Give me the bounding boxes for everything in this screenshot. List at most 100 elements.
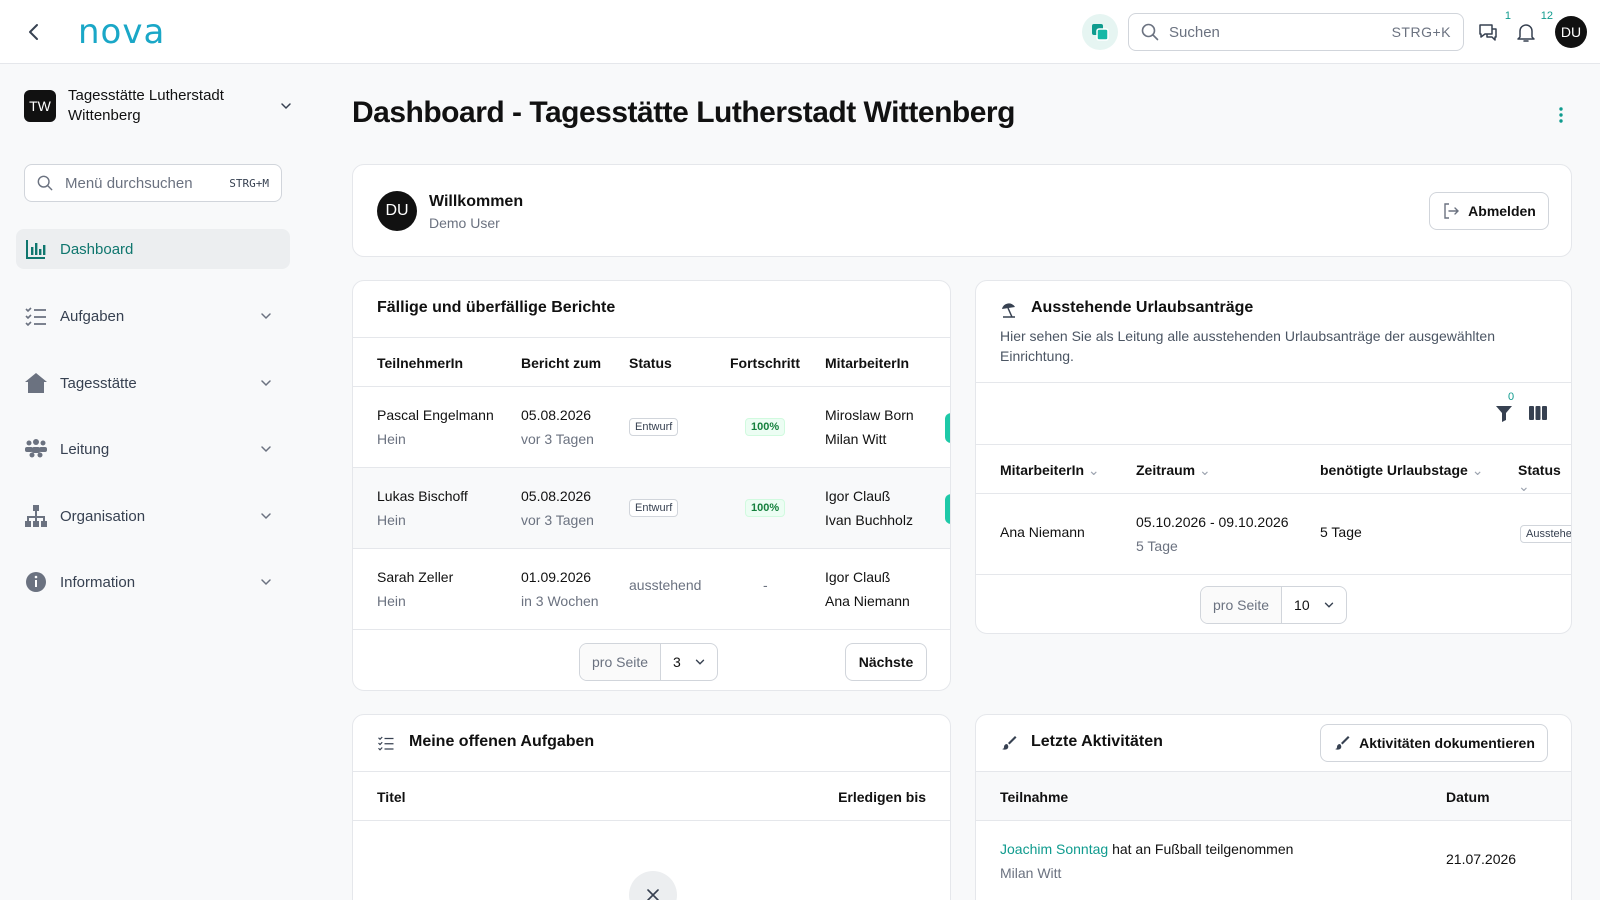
leave-table-header: MitarbeiterIn ⌄ Zeitraum ⌄ benötigte Url… <box>976 444 1571 494</box>
welcome-avatar: DU <box>377 191 417 231</box>
column-header[interactable]: Erledigen bis <box>838 789 926 805</box>
more-vertical-icon <box>1559 107 1563 123</box>
column-header[interactable]: Status <box>629 355 672 371</box>
column-header[interactable]: Bericht zum <box>521 355 601 371</box>
filter-icon <box>1496 406 1512 422</box>
chevron-down-icon <box>261 579 271 586</box>
table-row[interactable]: Sarah Zeller Hein 01.09.2026 in 3 Wochen a… <box>353 549 950 630</box>
chevron-down-icon <box>261 380 271 387</box>
search-icon <box>1141 23 1159 41</box>
home-icon <box>25 373 47 393</box>
app-logo[interactable]: nova <box>78 12 165 52</box>
chevron-down-icon <box>1324 602 1333 608</box>
column-header[interactable]: Fortschritt <box>730 355 800 371</box>
document-activities-button[interactable]: Aktivitäten dokumentieren <box>1320 724 1548 762</box>
progress-badge: 100% <box>745 499 786 517</box>
sidebar-item-tagesstaette[interactable]: Tagesstätte <box>16 363 290 403</box>
activities-table-header: Teilnahme Datum <box>976 771 1571 821</box>
back-button[interactable] <box>22 20 46 44</box>
leave-pagination: pro Seite 10 <box>1200 586 1347 624</box>
participant-cell: Sarah Zeller Hein <box>377 569 454 609</box>
progress-text: - <box>763 577 768 593</box>
staff-cell: Miroslaw Born Milan Witt <box>825 407 914 447</box>
sidebar-item-label: Information <box>60 573 136 591</box>
column-header[interactable]: Titel <box>377 789 406 805</box>
sidebar-item-organisation[interactable]: Organisation <box>16 496 290 536</box>
table-row[interactable]: Joachim Sonntag hat an Fußball teilgenom… <box>976 821 1571 900</box>
period-cell: 05.10.2026 - 09.10.2026 5 Tage <box>1136 514 1289 554</box>
chevron-down-icon <box>281 103 291 110</box>
report-date-cell: 05.08.2026 vor 3 Tagen <box>521 488 594 528</box>
column-header[interactable]: Datum <box>1446 789 1490 805</box>
sidebar-item-aufgaben[interactable]: Aufgaben <box>16 296 290 336</box>
checklist-icon <box>25 307 46 327</box>
filter-button[interactable]: 0 <box>1494 391 1518 427</box>
column-header[interactable]: MitarbeiterIn <box>825 355 909 371</box>
leave-requests-card: Ausstehende Urlaubsanträge Hier sehen Si… <box>975 280 1572 634</box>
status-badge: Ausstehe <box>1520 525 1571 543</box>
column-header[interactable]: Zeitraum ⌄ <box>1136 462 1211 479</box>
chevron-down-icon <box>695 659 705 665</box>
column-header[interactable]: Teilnahme <box>1000 789 1068 805</box>
global-search-input[interactable]: Suchen STRG+K <box>1128 13 1464 51</box>
org-name: Tagesstätte Lutherstadt Wittenberg <box>68 87 224 124</box>
per-page-select[interactable]: 3 <box>661 644 717 680</box>
sidebar-item-label: Aufgaben <box>60 307 125 325</box>
chevron-down-icon <box>261 446 271 453</box>
sidebar-item-leitung[interactable]: Leitung <box>16 429 290 469</box>
notifications-button[interactable]: 12 <box>1515 10 1553 46</box>
open-tasks-card: Meine offenen Aufgaben Titel Erledigen b… <box>352 714 951 900</box>
table-row[interactable]: Ana Niemann 05.10.2026 - 09.10.2026 5 Tag… <box>976 494 1571 575</box>
search-placeholder: Suchen <box>1169 23 1220 41</box>
close-icon <box>647 889 659 900</box>
search-shortcut: STRG+K <box>1391 24 1451 40</box>
chevron-left-icon <box>29 24 38 40</box>
welcome-card: DU Willkommen Demo User Abmelden <box>352 164 1572 257</box>
sidebar-item-label: Tagesstätte <box>60 374 137 392</box>
organization-switcher[interactable]: TW Tagesstätte Lutherstadt Wittenberg <box>24 82 294 130</box>
table-row[interactable]: Pascal Engelmann Hein 05.08.2026 vor 3 Tag… <box>353 387 950 468</box>
column-header[interactable]: Status ⌄ <box>1518 462 1571 495</box>
next-page-button[interactable]: Nächste <box>845 643 927 681</box>
page-options-button[interactable] <box>1552 104 1570 126</box>
participant-cell: Lukas Bischoff Hein <box>377 488 468 528</box>
progress-badge: 100% <box>745 418 786 436</box>
table-row[interactable]: Lukas Bischoff Hein 05.08.2026 vor 3 Tagen… <box>353 468 950 549</box>
report-date-cell: 01.09.2026 in 3 Wochen <box>521 569 599 609</box>
leave-days-cell: 5 Tage <box>1320 524 1362 540</box>
column-header[interactable]: benötigte Urlaubstage ⌄ <box>1320 462 1483 479</box>
per-page-select[interactable]: 10 <box>1282 587 1346 623</box>
org-badge: TW <box>24 90 56 122</box>
beach-umbrella-icon <box>1002 303 1015 318</box>
column-header[interactable]: MitarbeiterIn ⌄ <box>1000 462 1100 479</box>
page-title: Dashboard - Tagesstätte Lutherstadt Witt… <box>352 96 1015 129</box>
participant-link[interactable]: Joachim Sonntag <box>1000 841 1108 857</box>
columns-icon <box>1529 406 1547 420</box>
column-header[interactable]: TeilnehmerIn <box>377 355 463 371</box>
sidebar: TW Tagesstätte Lutherstadt Wittenberg Me… <box>0 64 306 900</box>
activity-cell: Joachim Sonntag hat an Fußball teilgenom… <box>1000 841 1294 881</box>
logout-button[interactable]: Abmelden <box>1429 192 1549 230</box>
row-action-button[interactable] <box>945 413 950 443</box>
filter-count-badge: 0 <box>1508 391 1515 403</box>
logout-icon <box>1444 203 1460 219</box>
staff-cell: Igor Clauß Ivan Buchholz <box>825 488 913 528</box>
sidebar-item-dashboard[interactable]: Dashboard <box>16 229 290 269</box>
row-action-button[interactable] <box>945 494 950 524</box>
notifications-count-badge: 12 <box>1540 10 1553 22</box>
columns-button[interactable] <box>1528 403 1552 427</box>
menu-search-input[interactable]: Menü durchsuchen STRG+M <box>24 164 282 202</box>
user-avatar[interactable]: DU <box>1555 16 1587 48</box>
document-activities-label: Aktivitäten dokumentieren <box>1359 735 1535 751</box>
participant-cell: Pascal Engelmann Hein <box>377 407 494 447</box>
info-icon <box>26 572 46 592</box>
people-icon <box>25 439 47 458</box>
activity-date-cell: 21.07.2026 <box>1446 851 1517 867</box>
app-switcher-button[interactable] <box>1082 14 1118 50</box>
chevron-down-icon <box>261 513 271 520</box>
messages-button[interactable]: 1 <box>1477 10 1511 46</box>
sidebar-item-information[interactable]: Information <box>16 562 290 602</box>
empty-state-icon <box>629 871 677 900</box>
report-date-cell: 05.08.2026 vor 3 Tagen <box>521 407 594 447</box>
leave-toolbar: 0 <box>976 382 1571 444</box>
